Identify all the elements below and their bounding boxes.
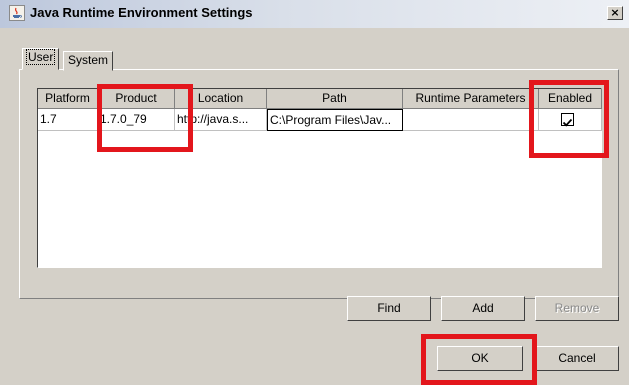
- cell-platform[interactable]: 1.7: [38, 109, 98, 131]
- tab-user-label: User: [25, 49, 56, 65]
- add-button[interactable]: Add: [441, 296, 525, 321]
- cell-path[interactable]: C:\Program Files\Jav...: [267, 109, 403, 131]
- column-header-location[interactable]: Location: [175, 89, 267, 109]
- cell-enabled[interactable]: [539, 109, 602, 131]
- find-button[interactable]: Find: [347, 296, 431, 321]
- cell-product[interactable]: 1.7.0_79: [98, 109, 175, 131]
- tab-system-label: System: [68, 53, 109, 67]
- java-icon: [9, 5, 25, 21]
- title-bar: Java Runtime Environment Settings ×: [0, 0, 629, 28]
- column-header-runtime-parameters[interactable]: Runtime Parameters: [403, 89, 539, 109]
- cancel-button[interactable]: Cancel: [535, 346, 619, 371]
- column-header-platform[interactable]: Platform: [38, 89, 98, 109]
- enabled-checkbox[interactable]: [561, 113, 574, 127]
- cell-runtime-parameters[interactable]: [403, 109, 539, 131]
- ok-button[interactable]: OK: [437, 346, 523, 371]
- close-button[interactable]: ×: [607, 6, 623, 20]
- jre-table: Platform Product Location Path Runtime P…: [37, 88, 602, 268]
- tab-user[interactable]: User: [22, 48, 60, 70]
- window-title: Java Runtime Environment Settings: [30, 5, 253, 20]
- column-header-product[interactable]: Product: [98, 89, 175, 109]
- checkmark-icon: [562, 118, 573, 127]
- column-header-enabled[interactable]: Enabled: [539, 89, 602, 109]
- remove-button[interactable]: Remove: [535, 296, 619, 321]
- cell-location[interactable]: http://java.s...: [175, 109, 267, 131]
- tab-system[interactable]: System: [63, 51, 114, 71]
- column-header-path[interactable]: Path: [267, 89, 403, 109]
